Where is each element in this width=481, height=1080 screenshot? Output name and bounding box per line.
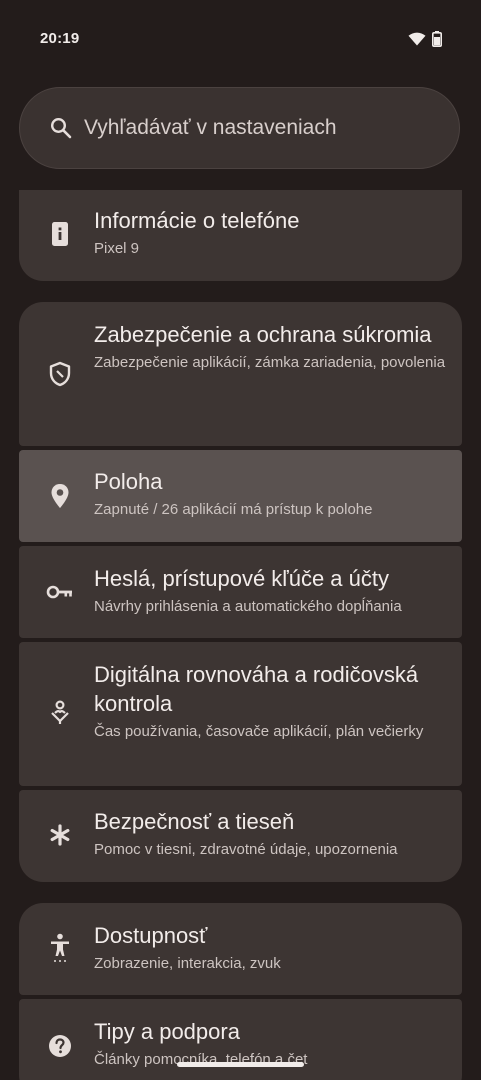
settings-item-security-privacy[interactable]: Zabezpečenie a ochrana súkromia Zabezpeč… [19,302,462,446]
item-title: Digitálna rovnováha a rodičovská kontrol… [94,662,419,716]
settings-group-privacy: Zabezpečenie a ochrana súkromia Zabezpeč… [19,302,462,882]
settings-group-support: Dostupnosť Zobrazenie, interakcia, zvuk … [19,903,462,1080]
settings-group-device: Informácie o telefóne Pixel 9 [19,190,462,281]
item-title: Dostupnosť [94,923,208,948]
settings-item-tips-support[interactable]: Tipy a podpora Články pomocníka, telefón… [19,999,462,1080]
accessibility-icon [45,933,75,963]
settings-item-safety-emergency[interactable]: Bezpečnosť a tieseň Pomoc v tiesni, zdra… [19,790,462,882]
digital-wellbeing-icon [45,698,75,728]
item-subtitle: Čas používania, časovače aplikácií, plán… [94,723,424,740]
item-subtitle: Zobrazenie, interakcia, zvuk [94,955,281,972]
item-title: Zabezpečenie a ochrana súkromia [94,322,432,347]
item-subtitle: Zabezpečenie aplikácií, zámka zariadenia… [94,354,446,371]
item-title: Tipy a podpora [94,1019,240,1044]
key-icon [45,577,75,607]
asterisk-icon [45,820,75,850]
search-icon [50,117,72,139]
battery-icon [432,31,442,52]
settings-screen: 20:19 Vyhľadávať v nastaveniach Informác… [0,0,481,1080]
status-time: 20:19 [40,30,80,47]
phone-info-icon [45,219,75,249]
settings-item-digital-wellbeing[interactable]: Digitálna rovnováha a rodičovská kontrol… [19,642,462,786]
settings-item-about-phone[interactable]: Informácie o telefóne Pixel 9 [19,190,462,281]
settings-item-accessibility[interactable]: Dostupnosť Zobrazenie, interakcia, zvuk [19,903,462,995]
item-subtitle: Zapnuté / 26 aplikácií má prístup k polo… [94,501,373,518]
item-subtitle: Pixel 9 [94,240,140,257]
shield-icon [45,359,75,389]
search-placeholder: Vyhľadávať v nastaveniach [84,116,337,139]
item-title: Bezpečnosť a tieseň [94,809,295,834]
settings-item-passwords-accounts[interactable]: Heslá, prístupové kľúče a účty Návrhy pr… [19,546,462,638]
item-title: Poloha [94,469,163,494]
item-subtitle: Návrhy prihlásenia a automatického dopĺň… [94,598,402,615]
item-title: Heslá, prístupové kľúče a účty [94,566,390,591]
location-pin-icon [45,481,75,511]
item-title: Informácie o telefóne [94,208,300,233]
status-icons [408,31,442,52]
home-indicator[interactable] [177,1062,304,1067]
wifi-icon [408,32,426,51]
search-input[interactable]: Vyhľadávať v nastaveniach [19,87,460,169]
help-icon [45,1031,75,1061]
item-subtitle: Pomoc v tiesni, zdravotné údaje, upozorn… [94,841,398,858]
settings-item-location[interactable]: Poloha Zapnuté / 26 aplikácií má prístup… [19,450,462,542]
